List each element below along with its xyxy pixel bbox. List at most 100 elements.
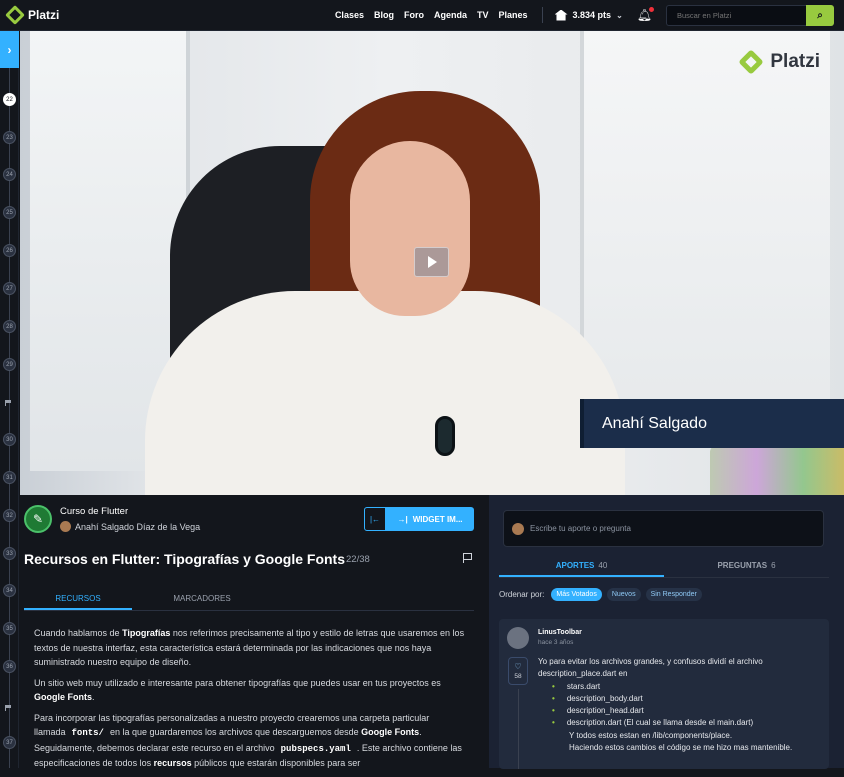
play-button[interactable] [414, 247, 449, 277]
skip-forward-icon: →| [397, 514, 408, 524]
sort-mas-votados[interactable]: Más Votados [551, 588, 602, 601]
course-header: ✎ Curso de Flutter Anahí Salgado Díaz de… [24, 505, 200, 533]
nav-planes[interactable]: Planes [499, 10, 528, 20]
like-button[interactable]: ♡ 58 [508, 657, 528, 685]
sort-nuevos[interactable]: Nuevos [606, 588, 641, 601]
rail-item-25[interactable]: 25 [3, 206, 16, 219]
points-value: 3.834 pts [572, 10, 612, 20]
points-menu[interactable]: 3.834 pts ⌄ [554, 9, 623, 21]
rail-item-22[interactable]: 22 [3, 93, 16, 106]
rail-toggle-button[interactable]: › [0, 31, 19, 68]
rail-item-35[interactable]: 35 [3, 622, 16, 635]
contribution-card: LinusToolbar hace 3 años ♡ 58 Yo para ev… [499, 619, 829, 769]
nav-clases[interactable]: Clases [335, 10, 364, 20]
lesson-rail: › 22 23 24 25 26 27 28 29 30 31 32 33 34… [0, 31, 19, 768]
search-icon: ⌕ [817, 9, 823, 21]
rail-item-26[interactable]: 26 [3, 244, 16, 257]
compose-placeholder: Escribe tu aporte o pregunta [530, 524, 631, 533]
nav-tv[interactable]: TV [477, 10, 489, 20]
user-avatar [512, 522, 524, 535]
nav-blog[interactable]: Blog [374, 10, 394, 20]
chevron-right-icon: › [7, 42, 12, 57]
rail-item-32[interactable]: 32 [3, 509, 16, 522]
watermark-text: Platzi [770, 51, 820, 72]
quiz-flag-icon[interactable] [5, 400, 14, 406]
platzi-logo-icon [5, 5, 25, 25]
tab-aportes[interactable]: APORTES 40 [499, 555, 664, 577]
video-watermark: Platzi [738, 49, 820, 75]
next-lesson-label: WIDGET IM... [412, 514, 463, 524]
list-item: description.dart (El cual se llama desde… [552, 717, 823, 729]
rail-item-23[interactable]: 23 [3, 131, 16, 144]
top-navbar: Platzi Clases Blog Foro Agenda TV Planes… [0, 0, 844, 31]
video-player[interactable]: Platzi Anahí Salgado [20, 31, 844, 495]
flutter-course-badge[interactable]: ✎ [24, 505, 52, 533]
rail-item-37[interactable]: 37 [3, 736, 16, 749]
file-list: stars.dart description_body.dart descrip… [552, 681, 823, 730]
rail-item-30[interactable]: 30 [3, 433, 16, 446]
rail-item-29[interactable]: 29 [3, 358, 16, 371]
notifications-bell[interactable]: 🔔︎ [637, 7, 654, 22]
sort-options: Ordenar por: Más Votados Nuevos Sin Resp… [499, 588, 702, 601]
rail-item-24[interactable]: 24 [3, 168, 16, 181]
content-tabs: RECURSOS MARCADORES [24, 585, 474, 611]
quiz-flag-icon[interactable] [5, 705, 14, 711]
video-scene-presenter-face [350, 141, 470, 316]
platzi-logo-icon [738, 49, 765, 75]
lesson-article: Cuando hablamos de Tipografías nos refer… [34, 626, 474, 777]
sort-sin-responder[interactable]: Sin Responder [645, 588, 702, 601]
search-button[interactable]: ⌕ [806, 4, 834, 26]
presenter-name-banner: Anahí Salgado [580, 399, 844, 448]
search-input[interactable] [666, 4, 806, 26]
lesson-content: ✎ Curso de Flutter Anahí Salgado Díaz de… [20, 495, 489, 768]
next-lesson-button[interactable]: →| WIDGET IM... [386, 507, 474, 531]
course-name[interactable]: Curso de Flutter [60, 506, 200, 517]
author-name[interactable]: LinusToolbar [538, 629, 582, 636]
list-item: stars.dart [552, 681, 823, 693]
thread-line [518, 689, 519, 769]
like-count: 58 [514, 673, 522, 680]
previous-lesson-button[interactable]: |← [364, 507, 386, 531]
author-avatar[interactable] [507, 627, 529, 649]
heart-icon: ♡ [514, 662, 522, 671]
course-info: Curso de Flutter Anahí Salgado Díaz de l… [60, 506, 200, 532]
post-time: hace 3 años [538, 639, 574, 646]
compose-box[interactable]: Escribe tu aporte o pregunta [503, 510, 824, 547]
nav-agenda[interactable]: Agenda [434, 10, 467, 20]
inline-code: pubspecs.yaml [280, 743, 351, 754]
search-bar: ⌕ [666, 4, 834, 26]
inline-code: fonts/ [71, 728, 104, 738]
nav-foro[interactable]: Foro [404, 10, 424, 20]
logo-text: Platzi [28, 8, 60, 22]
video-scene-window [580, 31, 830, 431]
report-flag-icon[interactable] [463, 553, 472, 563]
post-body: Yo para evitar los archivos grandes, y c… [538, 656, 823, 754]
widget-nav: |← →| WIDGET IM... [364, 507, 474, 531]
video-scene-necklace [435, 416, 455, 456]
rail-item-36[interactable]: 36 [3, 660, 16, 673]
video-scene-presenter-sweater [145, 291, 625, 495]
tab-marcadores[interactable]: MARCADORES [148, 585, 256, 610]
tab-preguntas[interactable]: PREGUNTAS 6 [664, 555, 829, 577]
article-paragraph: Un sitio web muy utilizado e interesante… [34, 677, 441, 703]
video-scene-laptop [710, 446, 844, 495]
teacher-row: Anahí Salgado Díaz de la Vega [60, 521, 200, 532]
chevron-down-icon: ⌄ [616, 10, 623, 20]
sort-label: Ordenar por: [499, 590, 545, 599]
notification-badge [649, 7, 654, 12]
article-paragraph: Para incorporar las tipografías personal… [34, 712, 462, 769]
platzi-logo[interactable]: Platzi [5, 5, 60, 25]
main-nav: Clases Blog Foro Agenda TV Planes [335, 10, 528, 20]
article-paragraph: Cuando hablamos de Tipografías nos refer… [34, 628, 465, 667]
house-icon [554, 9, 568, 21]
list-item: description_head.dart [552, 705, 823, 717]
lesson-title: Recursos en Flutter: Tipografías y Googl… [24, 551, 346, 567]
tab-recursos[interactable]: RECURSOS [24, 585, 132, 610]
teacher-name: Anahí Salgado Díaz de la Vega [75, 521, 201, 532]
list-item: description_body.dart [552, 693, 823, 705]
rail-item-27[interactable]: 27 [3, 282, 16, 295]
rail-item-33[interactable]: 33 [3, 547, 16, 560]
rail-item-28[interactable]: 28 [3, 320, 16, 333]
rail-item-31[interactable]: 31 [3, 471, 16, 484]
rail-item-34[interactable]: 34 [3, 584, 16, 597]
